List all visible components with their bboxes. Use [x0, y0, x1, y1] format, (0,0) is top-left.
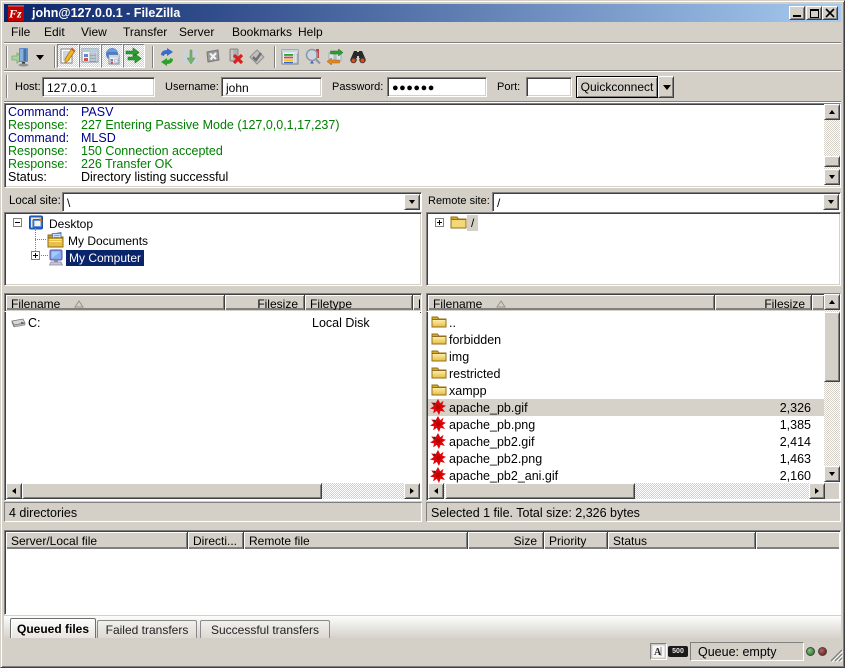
svg-text:Fz: Fz — [8, 7, 22, 21]
